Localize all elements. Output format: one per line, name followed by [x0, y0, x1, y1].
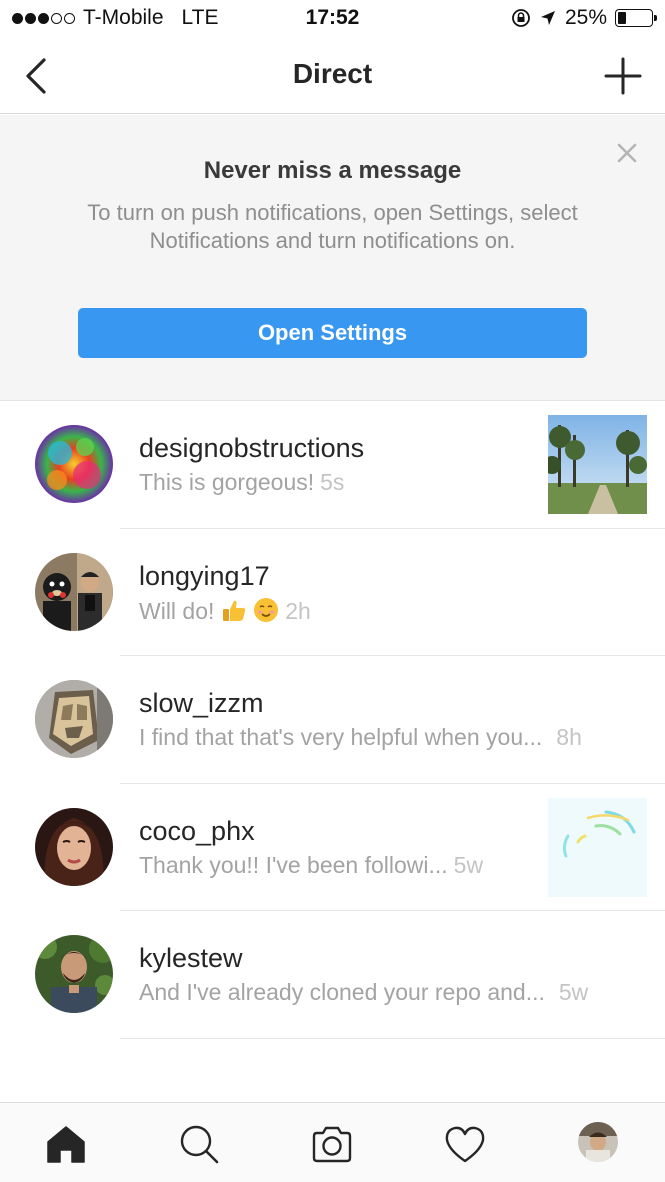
tab-home[interactable]: [44, 1122, 88, 1166]
plus-icon: [604, 57, 642, 95]
thread-message: I find that that's very helpful when you…: [139, 724, 543, 750]
location-arrow-icon: [540, 11, 555, 25]
thread-time: 5s: [320, 469, 345, 495]
thread-row[interactable]: slow_izzm I find that that's very helpfu…: [0, 656, 665, 784]
battery-icon: [615, 9, 657, 27]
heart-icon: [445, 1126, 485, 1163]
thread-row[interactable]: longying17 Will do! 2h: [0, 529, 665, 656]
notifications-banner: Never miss a message To turn on push not…: [0, 115, 665, 401]
thread-message: And I've already cloned your repo and...: [139, 979, 545, 1005]
avatar: [35, 425, 113, 503]
battery-fill: [618, 12, 626, 24]
thread-message: This is gorgeous!: [139, 469, 315, 495]
search-icon: [180, 1125, 219, 1164]
rotation-lock-icon: [512, 9, 530, 27]
thread-preview: Will do! 2h: [139, 597, 311, 625]
thread-message: Will do!: [139, 597, 215, 624]
thread-preview: And I've already cloned your repo and...…: [139, 979, 588, 1006]
thread-row[interactable]: designobstructions This is gorgeous! 5s: [0, 401, 665, 529]
thread-username: kylestew: [139, 943, 243, 973]
thread-time: 5w: [453, 851, 484, 878]
home-icon: [47, 1126, 85, 1163]
thread-divider: [120, 1037, 665, 1039]
thread-username: coco_phx: [139, 815, 255, 846]
banner-title: Never miss a message: [203, 157, 462, 184]
thread-time: 8h: [556, 724, 582, 750]
battery-percent: 25%: [564, 6, 607, 29]
tab-search[interactable]: [177, 1122, 221, 1166]
thread-time: 5w: [558, 979, 589, 1005]
open-settings-button[interactable]: Open Settings: [78, 308, 587, 358]
thread-preview: Thank you!! I've been followi... 5w: [139, 852, 483, 879]
tab-bar: [0, 1102, 665, 1182]
nav-bar: Direct: [0, 36, 665, 114]
thumbs-up-icon: [222, 600, 246, 621]
thread-message: Thank you!! I've been followi...: [139, 851, 448, 878]
thread-thumbnail: [548, 415, 647, 514]
thread-time: 2h: [285, 597, 311, 624]
new-message-button[interactable]: [601, 54, 645, 98]
avatar: [35, 935, 113, 1013]
avatar: [35, 552, 113, 631]
thread-list: designobstructions This is gorgeous!5s: [0, 401, 665, 1039]
thread-thumbnail: [548, 797, 647, 897]
thread-row[interactable]: coco_phx Thank you!! I've been followi..…: [0, 784, 665, 911]
thread-preview: This is gorgeous! 5s: [139, 469, 344, 496]
thread-preview: I find that that's very helpful when you…: [139, 724, 582, 751]
tab-profile-avatar[interactable]: [578, 1122, 618, 1162]
status-bar: T-Mobile LTE 17:52 25%: [0, 0, 665, 36]
tab-activity[interactable]: [443, 1122, 487, 1166]
tab-camera[interactable]: [310, 1122, 354, 1166]
banner-text: To turn on push notifications, open Sett…: [87, 200, 578, 253]
thread-username: slow_izzm: [139, 688, 264, 718]
smiling-face-icon: [254, 597, 279, 622]
thread-row[interactable]: kylestew And I've already cloned your re…: [0, 911, 665, 1039]
page-title: Direct: [292, 58, 373, 89]
thread-username: longying17: [139, 560, 270, 591]
avatar: [35, 807, 113, 886]
thread-username: designobstructions: [139, 433, 365, 463]
camera-icon: [312, 1126, 352, 1163]
status-right: 25%: [511, 6, 657, 30]
avatar: [35, 680, 113, 758]
